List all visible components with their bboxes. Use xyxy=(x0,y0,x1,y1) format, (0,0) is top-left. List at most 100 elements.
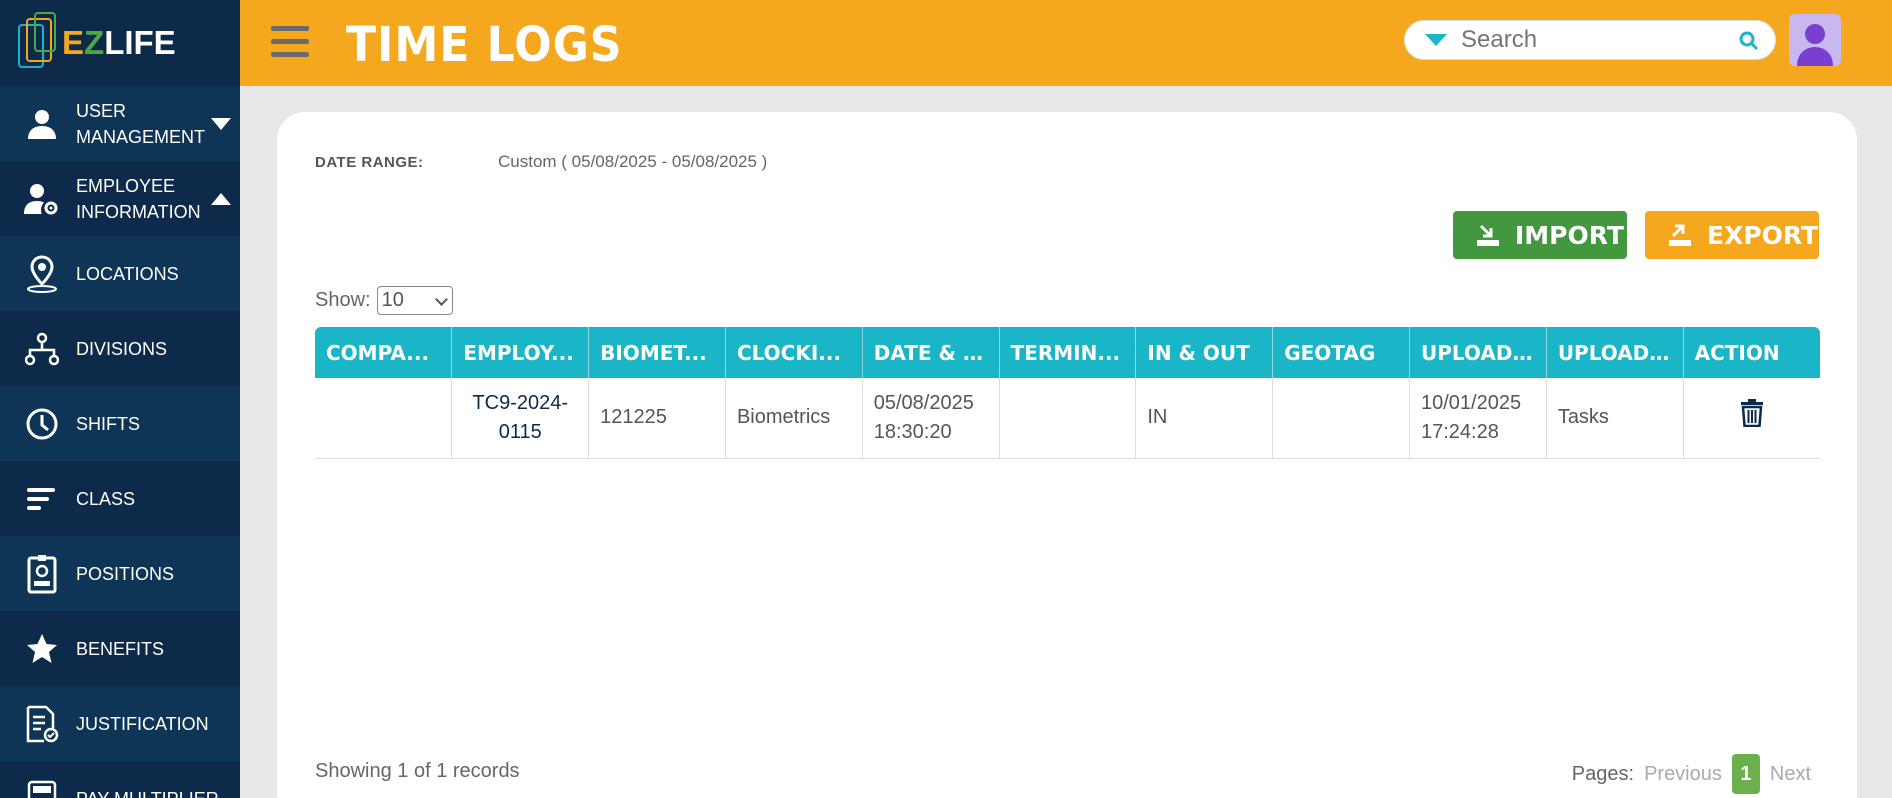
trash-icon[interactable] xyxy=(1740,399,1764,428)
column-header-employee[interactable]: EMPLOY... xyxy=(451,327,590,378)
sidebar: EZLIFE USER MANAGEMENT EMPLOYEE INFORMAT… xyxy=(0,0,240,798)
column-header-biometric[interactable]: BIOMET... xyxy=(588,327,726,378)
column-header-geotag[interactable]: GEOTAG xyxy=(1272,327,1410,378)
user-avatar[interactable] xyxy=(1789,14,1841,66)
cell-action xyxy=(1683,378,1820,459)
cell-geotag xyxy=(1272,378,1410,459)
sidebar-item-employee-information[interactable]: EMPLOYEE INFORMATION xyxy=(0,161,240,236)
import-icon xyxy=(1477,224,1499,246)
page-number-button[interactable]: 1 xyxy=(1731,754,1760,794)
page-size-value: 10 xyxy=(381,289,404,311)
sidebar-item-shifts[interactable]: SHIFTS xyxy=(0,386,240,461)
import-button-label: IMPORT xyxy=(1515,220,1624,250)
show-label: Show: xyxy=(315,289,371,311)
cell-terminal xyxy=(999,378,1137,459)
hamburger-menu-icon[interactable] xyxy=(271,26,309,58)
chevron-up-icon xyxy=(211,192,231,205)
logo-letter-e: E xyxy=(62,24,85,61)
table-row: TC9-2024- 0115 121225 Biometrics 05/08/2… xyxy=(315,378,1820,459)
sidebar-item-label: USER MANAGEMENT xyxy=(76,100,206,147)
sidebar-item-label: LOCATIONS xyxy=(76,263,179,284)
logo-text: EZLIFE xyxy=(62,24,176,62)
date-range-value[interactable]: Custom ( 05/08/2025 - 05/08/2025 ) xyxy=(498,152,767,172)
log-date: 05/08/2025 xyxy=(873,391,974,414)
date-range-label: DATE RANGE: xyxy=(315,154,424,171)
page-size-control: Show: 10 xyxy=(315,286,453,315)
column-header-in-out[interactable]: IN & OUT xyxy=(1135,327,1274,378)
cell-date-time: 05/08/2025 18:30:20 xyxy=(862,378,1000,459)
search-icon[interactable] xyxy=(1739,31,1759,51)
page-size-select[interactable]: 10 xyxy=(376,286,453,315)
sidebar-item-positions[interactable]: POSITIONS xyxy=(0,536,240,611)
cell-biometric: 121225 xyxy=(588,378,726,459)
org-chart-icon xyxy=(22,329,62,369)
cell-uploaded-by: Tasks xyxy=(1546,378,1684,459)
avatar-icon xyxy=(1797,24,1833,66)
uploaded-date: 10/01/2025 xyxy=(1421,391,1522,414)
lines-icon xyxy=(22,479,62,519)
time-logs-table: COMPA... EMPLOY... BIOMET... CLOCKI... D… xyxy=(315,327,1820,459)
sidebar-item-label: JUSTIFICATION xyxy=(76,713,209,734)
chevron-down-icon xyxy=(211,117,231,130)
pages-label: Pages: xyxy=(1571,762,1635,785)
export-button[interactable]: EXPORT xyxy=(1645,211,1819,259)
column-header-action: ACTION xyxy=(1683,327,1820,378)
document-check-icon xyxy=(22,704,62,744)
sidebar-item-label: BENEFITS xyxy=(76,638,165,659)
search-box xyxy=(1404,20,1776,60)
user-icon xyxy=(22,104,62,144)
sidebar-item-label: CLASS xyxy=(76,488,136,509)
ezlife-logo[interactable]: EZLIFE xyxy=(0,0,240,86)
next-page-button[interactable]: Next xyxy=(1770,763,1811,786)
sidebar-item-justification[interactable]: JUSTIFICATION xyxy=(0,686,240,761)
chevron-down-icon xyxy=(434,293,448,306)
page-title: TIME LOGS xyxy=(346,17,623,73)
search-input[interactable] xyxy=(1461,26,1731,54)
sidebar-item-label: POSITIONS xyxy=(76,563,175,584)
records-summary: Showing 1 of 1 records xyxy=(315,760,520,782)
pagination: Pages: Previous 1 Next xyxy=(1343,754,1821,794)
logo-letter-z: Z xyxy=(84,24,105,61)
column-header-company[interactable]: COMPA... xyxy=(315,327,453,378)
cell-uploaded-date: 10/01/2025 17:24:28 xyxy=(1409,378,1547,459)
clock-icon xyxy=(22,404,62,444)
logo-mark-icon xyxy=(14,12,58,74)
sidebar-item-divisions[interactable]: DIVISIONS xyxy=(0,311,240,386)
column-header-terminal[interactable]: TERMIN... xyxy=(999,327,1137,378)
log-time: 18:30:20 xyxy=(873,420,952,443)
uploaded-time: 17:24:28 xyxy=(1421,420,1499,443)
calculator-icon xyxy=(22,779,62,798)
cell-clocking: Biometrics xyxy=(725,378,863,459)
cell-company xyxy=(315,378,453,459)
search-filter-dropdown-icon[interactable] xyxy=(1425,34,1447,46)
sidebar-item-label: DIVISIONS xyxy=(76,338,168,359)
user-gear-icon xyxy=(22,179,62,219)
sidebar-item-benefits[interactable]: BENEFITS xyxy=(0,611,240,686)
sidebar-item-pay-multiplier[interactable]: PAY MULTIPLIER xyxy=(0,761,240,798)
top-header: TIME LOGS xyxy=(240,0,1892,86)
sidebar-item-label: EMPLOYEE INFORMATION xyxy=(76,175,201,222)
column-header-uploaded-by[interactable]: UPLOAD... xyxy=(1546,327,1684,378)
column-header-clocking[interactable]: CLOCKI... xyxy=(725,327,863,378)
sidebar-item-locations[interactable]: LOCATIONS xyxy=(0,236,240,311)
sidebar-item-class[interactable]: CLASS xyxy=(0,461,240,536)
cell-employee[interactable]: TC9-2024- 0115 xyxy=(451,378,590,459)
cell-in-out: IN xyxy=(1135,378,1274,459)
column-header-uploaded-date[interactable]: UPLOAD... xyxy=(1409,327,1547,378)
export-button-label: EXPORT xyxy=(1707,220,1819,250)
sidebar-item-user-management[interactable]: USER MANAGEMENT xyxy=(0,86,240,161)
employee-id-part1: TC9-2024- xyxy=(472,391,569,414)
export-icon xyxy=(1669,224,1691,246)
employee-id-part2: 0115 xyxy=(498,420,542,443)
logo-letters-life: LIFE xyxy=(104,24,176,61)
previous-page-button[interactable]: Previous xyxy=(1644,763,1722,786)
sidebar-item-label: PAY MULTIPLIER xyxy=(76,786,219,798)
star-icon xyxy=(22,629,62,669)
import-button[interactable]: IMPORT xyxy=(1453,211,1627,259)
table-header-row: COMPA... EMPLOY... BIOMET... CLOCKI... D… xyxy=(315,327,1820,378)
time-logs-card: DATE RANGE: Custom ( 05/08/2025 - 05/08/… xyxy=(277,112,1857,798)
sidebar-item-label: SHIFTS xyxy=(76,413,141,434)
column-header-date-time[interactable]: DATE & T... xyxy=(862,327,1000,378)
location-pin-icon xyxy=(22,254,62,294)
id-badge-icon xyxy=(22,554,62,594)
